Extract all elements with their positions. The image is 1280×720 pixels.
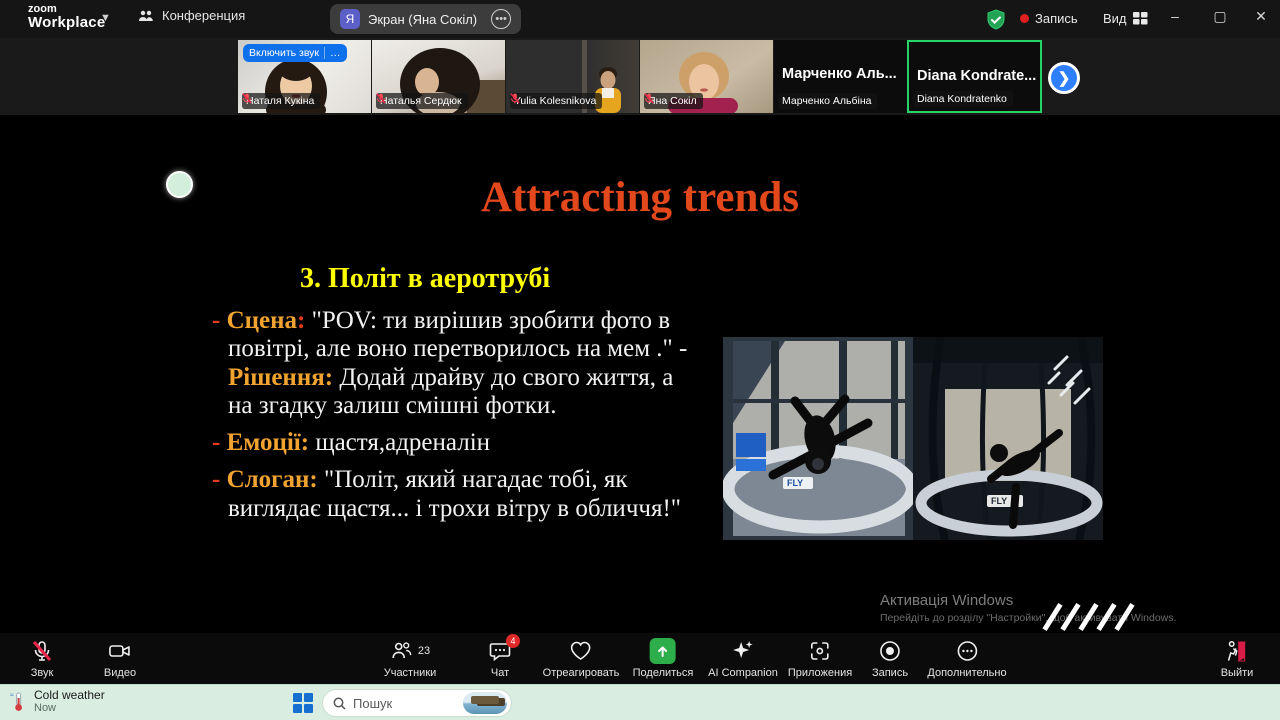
participant-tile-natalia-serdiuk[interactable]: Наталья Сердюк: [372, 40, 505, 113]
avatar: Я: [340, 9, 360, 29]
participants-video-strip: Включить звук … Наталя Кукіна Наталья Се…: [0, 38, 1280, 115]
tab-conference[interactable]: Конференция: [138, 8, 245, 23]
ai-sparkle-icon: [733, 641, 753, 658]
chevron-down-icon[interactable]: ▼: [100, 12, 111, 24]
slide-bullet: - Емоції: щастя,адреналін: [212, 429, 491, 456]
screen-share-tab[interactable]: Я Экран (Яна Сокіл) •••: [330, 4, 522, 34]
tab-conference-label: Конференция: [162, 8, 246, 23]
svg-text:≈: ≈: [10, 692, 14, 699]
ellipsis-icon: [957, 641, 977, 661]
chat-button[interactable]: 4 Чат: [488, 634, 520, 679]
search-highlight-image[interactable]: [463, 692, 507, 714]
svg-text:FLY: FLY: [787, 478, 803, 488]
apps-icon: [811, 642, 829, 660]
slide-body-text: - Сцена: "POV: ти вирішив зробити фото в…: [212, 307, 690, 532]
title-bar: zoom Workplace ▼ Конференция Я Экран (Ян…: [0, 0, 1280, 38]
participant-tile-diana-kondratenko[interactable]: Diana Kondrate... Diana Kondratenko: [907, 40, 1042, 113]
participants-count: 23: [417, 645, 431, 657]
record-dot-icon: [1020, 14, 1029, 23]
share-screen-button[interactable]: Поделиться: [633, 638, 693, 679]
annotation-dot: [166, 171, 193, 198]
participant-name-label: Яна Сокіл: [644, 93, 703, 109]
weather-title: Cold weather: [34, 688, 105, 702]
leave-button[interactable]: Выйти: [1221, 638, 1253, 679]
zoom-workplace-logo: zoom Workplace: [28, 4, 106, 31]
camera-icon: [109, 645, 130, 657]
shared-screen-slide: Attracting trends 3. Політ в аеротрубі -…: [0, 115, 1280, 633]
record-icon: [880, 641, 900, 661]
view-button[interactable]: Вид: [1103, 11, 1148, 26]
divider: [324, 47, 326, 59]
muted-mic-icon: [376, 93, 386, 104]
next-participants-button[interactable]: ❯: [1048, 62, 1080, 94]
leave-door-icon: [1228, 641, 1246, 662]
slide-title: Attracting trends: [480, 174, 800, 221]
svg-text:FLY: FLY: [991, 496, 1007, 506]
people-icon: [139, 10, 153, 21]
slide-bullet: - Слоган: "Політ, який нагадає тобі, як …: [212, 466, 681, 522]
view-label: Вид: [1103, 11, 1127, 26]
more-options-icon[interactable]: •••: [491, 9, 512, 29]
close-button[interactable]: ✕: [1246, 8, 1276, 25]
ai-companion-button[interactable]: AI Companion: [708, 638, 778, 679]
maximize-button[interactable]: ▢: [1205, 8, 1235, 25]
react-button[interactable]: Отреагировать: [543, 638, 619, 679]
participants-icon: [392, 642, 412, 659]
participant-name-label: Diana Kondratenko: [913, 91, 1013, 107]
muted-mic-icon: [644, 93, 654, 104]
participant-tile-yulia-kolesnikova[interactable]: Yulia Kolesnikova: [506, 40, 639, 113]
participant-tile-natalia-kukina[interactable]: Включить звук … Наталя Кукіна: [238, 40, 371, 113]
thermometer-icon: ≈: [10, 692, 22, 711]
muted-mic-icon: [32, 641, 52, 661]
weather-subtitle: Now: [34, 702, 57, 714]
apps-button[interactable]: Приложения: [788, 638, 852, 679]
slide-bullet: - Сцена: "POV: ти вирішив зробити фото в…: [212, 307, 688, 419]
logo-workplace-text: Workplace: [28, 14, 106, 31]
chat-badge: 4: [506, 634, 520, 648]
wind-tunnel-photo: FLY FLY: [723, 337, 1103, 540]
meeting-toolbar: Звук ▲ Видео ▲ 23 Участники ▲ 4 Чат ▲ От: [0, 633, 1280, 684]
participant-tile-marchenko-albina[interactable]: Марченко Аль... Марченко Альбіна: [774, 40, 907, 113]
grid-view-icon: [1132, 12, 1148, 25]
recording-indicator[interactable]: Запись: [1020, 11, 1078, 26]
more-button[interactable]: Дополнительно: [927, 638, 1007, 679]
audio-button[interactable]: Звук: [30, 638, 54, 679]
unmute-request-button[interactable]: Включить звук …: [243, 44, 347, 62]
participant-name-label: Наталья Сердюк: [376, 93, 468, 109]
search-placeholder: Пошук: [353, 695, 393, 711]
participant-name-label: Yulia Kolesnikova: [510, 93, 603, 109]
zoom-workplace-window: zoom Workplace ▼ Конференция Я Экран (Ян…: [0, 0, 1280, 720]
heart-icon: [571, 641, 591, 660]
participant-big-name: Марченко Аль...: [782, 66, 897, 82]
slide-subtitle: 3. Політ в аеротрубі: [300, 263, 551, 294]
share-icon: [650, 638, 676, 664]
participants-button[interactable]: 23 Участники: [384, 638, 436, 679]
muted-mic-icon: [510, 93, 520, 104]
unmute-label: Включить звук: [249, 47, 320, 59]
muted-mic-icon: [242, 93, 252, 104]
search-box[interactable]: Пошук: [322, 689, 512, 717]
video-button[interactable]: Видео: [104, 638, 136, 679]
windows-taskbar: ≈ Cold weather Now Пошук T O P УКР: [0, 684, 1280, 720]
more-options-icon[interactable]: …: [330, 47, 341, 59]
participant-tile-yana-sokil[interactable]: Яна Сокіл: [640, 40, 773, 113]
screen-share-label: Экран (Яна Сокіл): [368, 11, 478, 27]
minimize-button[interactable]: –: [1160, 8, 1190, 24]
participant-name-label: Марченко Альбіна: [778, 93, 878, 109]
search-icon: [333, 697, 346, 710]
annotation-slashes: [1042, 602, 1135, 632]
weather-widget[interactable]: ≈ Cold weather Now: [10, 688, 105, 714]
participant-name-label: Наталя Кукіна: [242, 93, 321, 109]
recording-label: Запись: [1035, 11, 1078, 26]
participant-big-name: Diana Kondrate...: [917, 68, 1037, 84]
security-shield-icon[interactable]: [985, 9, 1007, 31]
start-button[interactable]: [293, 693, 313, 713]
record-button[interactable]: Запись: [872, 638, 908, 679]
